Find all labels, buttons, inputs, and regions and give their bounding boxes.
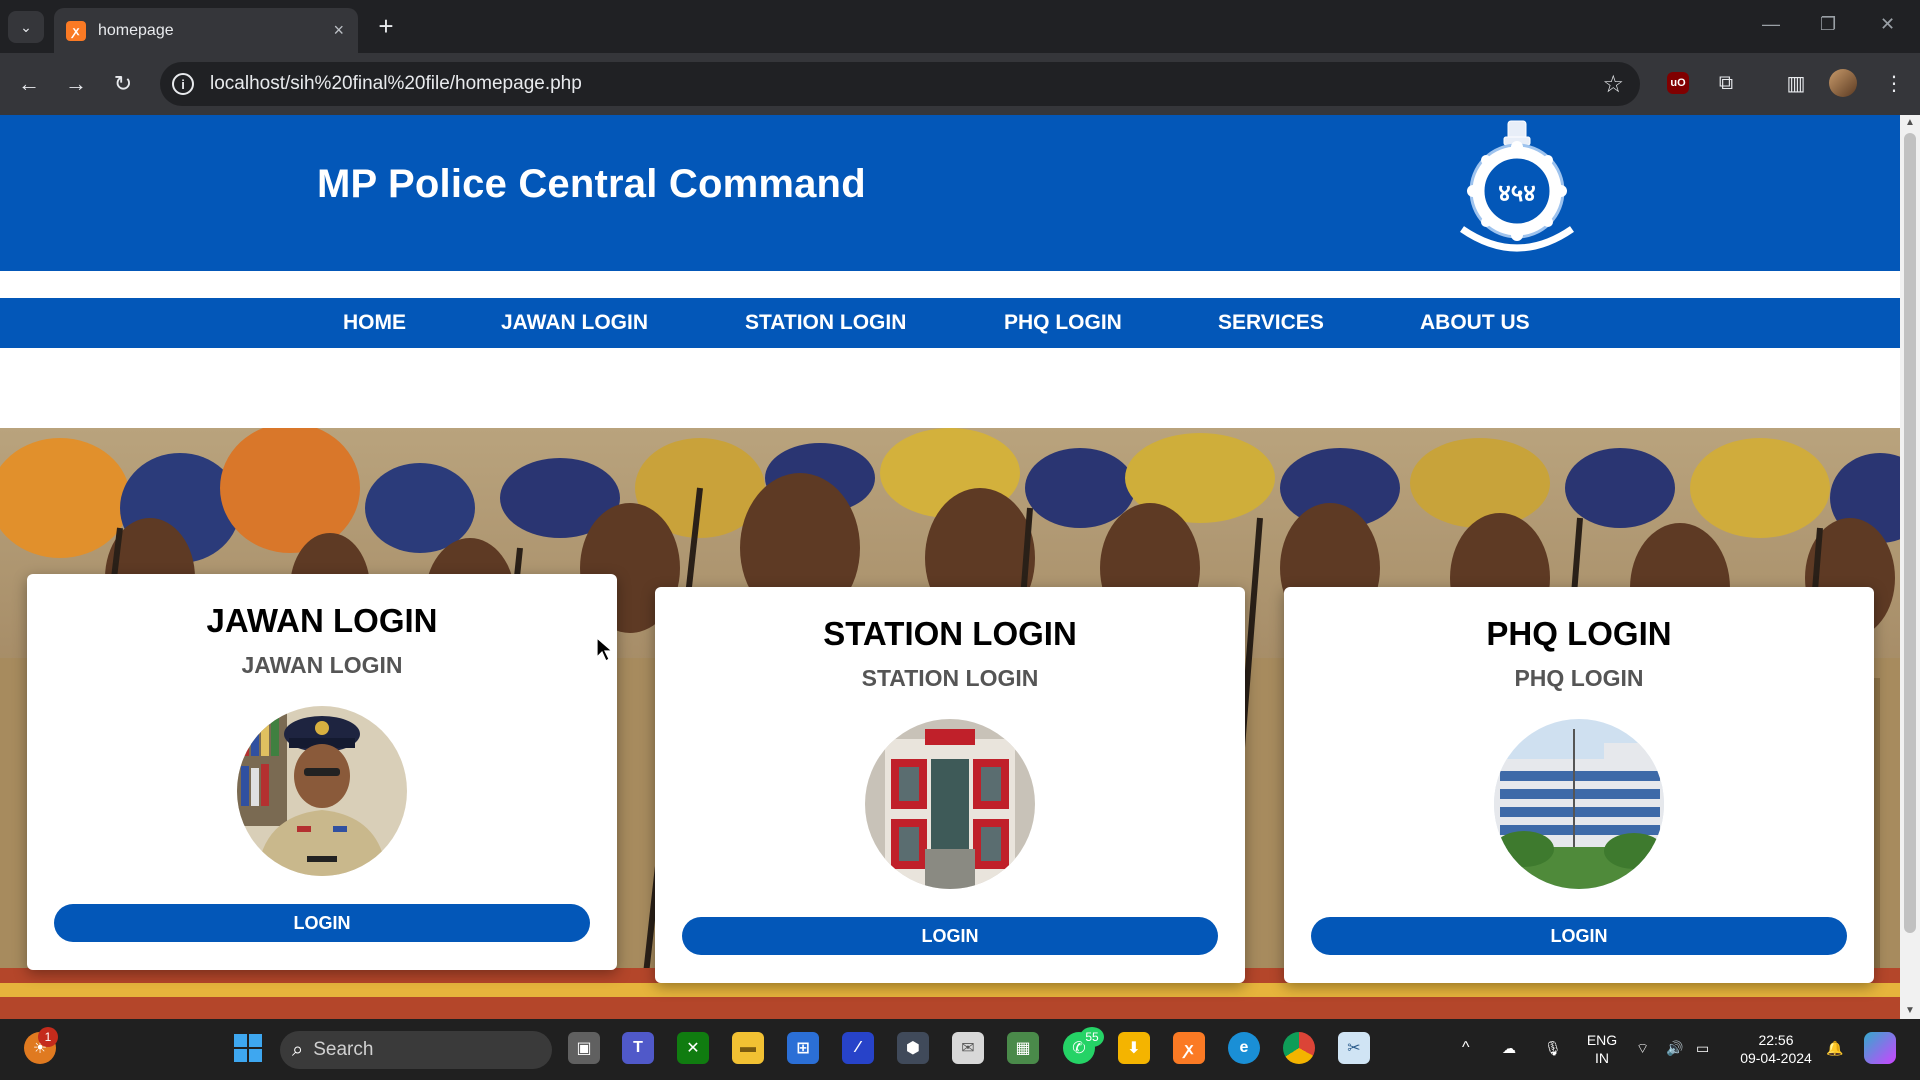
side-panel-icon[interactable]: ▥ xyxy=(1782,69,1810,97)
profile-avatar[interactable] xyxy=(1829,69,1857,97)
card-subtitle: JAWAN LOGIN xyxy=(241,652,403,678)
tab-close-icon[interactable]: × xyxy=(333,20,344,41)
copilot-icon[interactable] xyxy=(1864,1032,1896,1064)
url-text[interactable]: localhost/sih%20final%20file/homepage.ph… xyxy=(210,73,1602,95)
taskbar-search-box[interactable]: ⌕ Search xyxy=(280,1031,552,1069)
xbox-icon[interactable]: ✕ xyxy=(677,1032,709,1064)
browser-toolbar: ← → ↻ i localhost/sih%20final%20file/hom… xyxy=(0,53,1920,115)
nav-home[interactable]: HOME xyxy=(343,298,406,348)
close-window-icon[interactable]: ✕ xyxy=(1880,14,1895,35)
minimize-icon[interactable]: — xyxy=(1762,14,1780,35)
new-tab-plus-icon[interactable]: + xyxy=(372,11,400,41)
scroll-down-icon[interactable]: ▼ xyxy=(1905,1005,1915,1016)
browser-tabstrip: ⌄ ꭗ homepage × + — ❐ ✕ xyxy=(0,0,1920,53)
windows-taskbar: ☀ 1 ⌕ Search ▣ T ✕ ▬ ⊞ ⁄ ⬢ ✉ ▦ ✆ 55 ⬇ ꭗ … xyxy=(0,1019,1920,1080)
back-arrow-icon[interactable]: ← xyxy=(12,67,46,101)
site-header: MP Police Central Command ४५४ xyxy=(0,115,1900,271)
site-info-icon[interactable]: i xyxy=(172,73,194,95)
main-navigation: HOME JAWAN LOGIN STATION LOGIN PHQ LOGIN… xyxy=(0,298,1900,348)
card-subtitle: PHQ LOGIN xyxy=(1514,665,1644,691)
xampp-favicon-icon: ꭗ xyxy=(66,20,86,41)
card-title: STATION LOGIN xyxy=(823,615,1077,652)
phq-login-button[interactable]: LOGIN xyxy=(1311,917,1847,955)
edge-icon[interactable]: e xyxy=(1228,1032,1260,1064)
ublock-origin-icon[interactable]: uO xyxy=(1667,72,1689,94)
downloads-icon[interactable]: ⬇ xyxy=(1118,1032,1150,1064)
language-indicator[interactable]: ENG IN xyxy=(1584,1031,1620,1067)
teams-icon[interactable]: T xyxy=(622,1032,654,1064)
clock[interactable]: 22:56 09-04-2024 xyxy=(1736,1031,1816,1067)
microphone-icon[interactable]: 🎙 xyxy=(1544,1039,1562,1057)
svg-text:४५४: ४५४ xyxy=(1498,179,1535,207)
nav-phq-login[interactable]: PHQ LOGIN xyxy=(1004,298,1122,348)
region-label: IN xyxy=(1595,1050,1609,1066)
bookmark-star-icon[interactable]: ☆ xyxy=(1602,70,1624,99)
more-menu-icon[interactable]: ⋮ xyxy=(1880,69,1908,97)
address-bar[interactable]: i localhost/sih%20final%20file/homepage.… xyxy=(160,62,1640,106)
police-station-image xyxy=(865,719,1035,889)
extensions-puzzle-icon[interactable]: ⧉ xyxy=(1712,69,1740,97)
mouse-cursor-icon xyxy=(596,637,614,662)
mp-police-emblem-icon: ४५४ xyxy=(1460,120,1574,252)
nav-station-login[interactable]: STATION LOGIN xyxy=(745,298,906,348)
xampp-icon[interactable]: ꭗ xyxy=(1173,1032,1205,1064)
show-hidden-icons-icon[interactable]: ^ xyxy=(1462,1039,1470,1057)
search-icon: ⌕ xyxy=(292,1038,304,1061)
jawan-login-button[interactable]: LOGIN xyxy=(54,904,590,942)
file-explorer-icon[interactable]: ▬ xyxy=(732,1032,764,1064)
onedrive-icon[interactable]: ☁ xyxy=(1502,1039,1516,1057)
notification-bell-icon[interactable]: 🔔 xyxy=(1826,1039,1843,1057)
time-label: 22:56 xyxy=(1758,1032,1794,1048)
nav-jawan-login[interactable]: JAWAN LOGIN xyxy=(501,298,648,348)
battery-icon[interactable]: ▭ xyxy=(1696,1039,1709,1057)
site-title: MP Police Central Command xyxy=(317,162,866,206)
app-cube-icon[interactable]: ⬢ xyxy=(897,1032,929,1064)
officer-portrait-image xyxy=(237,706,407,876)
snipping-tool-icon[interactable]: ✂ xyxy=(1338,1032,1370,1064)
forward-arrow-icon[interactable]: → xyxy=(59,67,93,101)
whatsapp-badge: 55 xyxy=(1080,1027,1104,1047)
page-scrollbar[interactable]: ▲ ▼ xyxy=(1900,115,1920,1019)
search-label: Search xyxy=(313,1039,374,1060)
task-view-icon[interactable]: ▣ xyxy=(568,1032,600,1064)
station-login-button[interactable]: LOGIN xyxy=(682,917,1218,955)
card-title: JAWAN LOGIN xyxy=(206,602,438,639)
page-viewport: MP Police Central Command ४५४ HOME JAWAN… xyxy=(0,115,1900,1019)
tab-search-chevron-icon[interactable]: ⌄ xyxy=(8,11,44,43)
date-label: 09-04-2024 xyxy=(1740,1050,1812,1066)
wifi-icon[interactable]: ⌔ xyxy=(1636,1039,1649,1057)
volume-icon[interactable]: 🔊 xyxy=(1666,1039,1683,1057)
phq-login-card: PHQ LOGIN PHQ LOGIN LOGIN xyxy=(1284,587,1874,983)
card-subtitle: STATION LOGIN xyxy=(861,665,1039,691)
nav-services[interactable]: SERVICES xyxy=(1218,298,1324,348)
photos-icon[interactable]: ▦ xyxy=(1007,1032,1039,1064)
widget-notification-badge: 1 xyxy=(38,1027,58,1047)
language-label: ENG xyxy=(1586,1032,1618,1048)
scroll-up-icon[interactable]: ▲ xyxy=(1905,117,1915,128)
tab-title: homepage xyxy=(98,21,174,39)
scroll-thumb[interactable] xyxy=(1904,133,1916,933)
nav-about-us[interactable]: ABOUT US xyxy=(1420,298,1530,348)
jawan-login-card: JAWAN LOGIN JAWAN LOGIN LOGIN xyxy=(27,574,617,970)
chrome-icon[interactable] xyxy=(1283,1032,1315,1064)
windows-start-icon[interactable] xyxy=(232,1032,264,1064)
card-title: PHQ LOGIN xyxy=(1486,615,1672,652)
browser-tab-homepage[interactable]: ꭗ homepage × xyxy=(54,8,358,53)
restore-icon[interactable]: ❐ xyxy=(1820,14,1836,35)
phq-building-image xyxy=(1494,719,1664,889)
mail-icon[interactable]: ✉ xyxy=(952,1032,984,1064)
station-login-card: STATION LOGIN STATION LOGIN LOGIN xyxy=(655,587,1245,983)
reload-icon[interactable]: ↻ xyxy=(106,67,140,101)
visual-studio-code-icon[interactable]: ⁄ xyxy=(842,1032,874,1064)
microsoft-store-icon[interactable]: ⊞ xyxy=(787,1032,819,1064)
